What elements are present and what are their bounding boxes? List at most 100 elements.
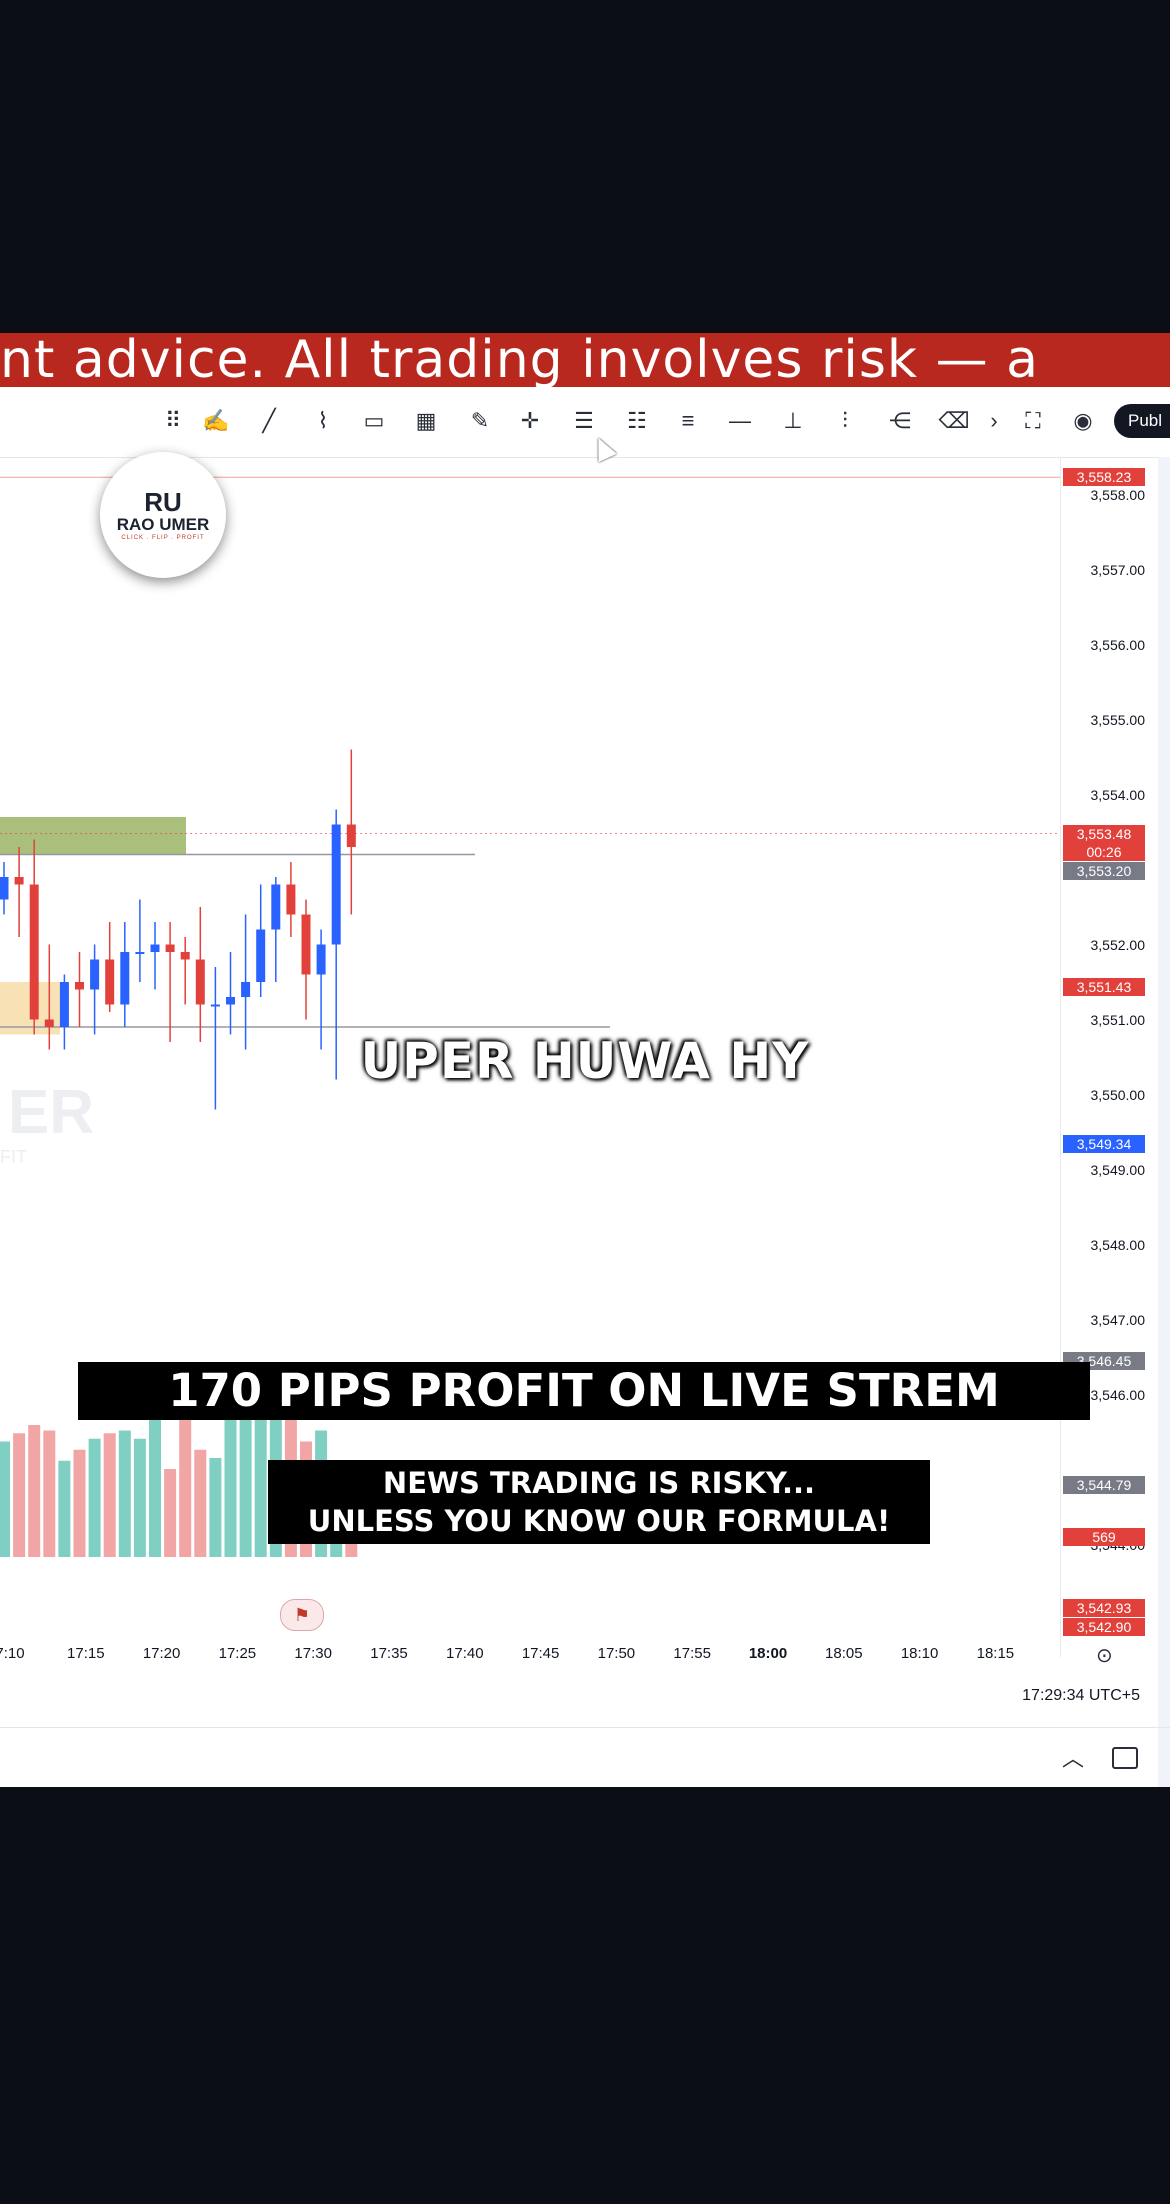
banner-text: nt advice. All trading involves risk — a: [0, 333, 1039, 387]
camera-icon[interactable]: ◉: [1065, 403, 1101, 439]
fullscreen-icon[interactable]: ⛶: [1015, 403, 1051, 439]
caption-sub: NEWS TRADING IS RISKY... UNLESS YOU KNOW…: [268, 1460, 930, 1544]
pattern-icon[interactable]: ⋲: [882, 403, 918, 439]
candle-body: [150, 944, 160, 952]
caption-middle: UPER HUWA HY: [360, 1032, 810, 1090]
time-label: 17:45: [521, 1645, 560, 1662]
rectangle-icon[interactable]: ▭: [356, 403, 392, 439]
time-label: 17:40: [446, 1645, 484, 1662]
price-label: 3,555.00: [1090, 711, 1146, 728]
price-badge: 3,544.79: [1063, 1476, 1145, 1495]
path-icon[interactable]: ⌇: [305, 403, 341, 439]
fib-extension-icon[interactable]: ☷: [619, 403, 655, 439]
candle-body: [195, 959, 205, 1005]
price-label: 3,548.00: [1090, 1236, 1146, 1253]
volume-bar: [103, 1433, 116, 1557]
time-label: 17:35: [370, 1645, 408, 1662]
volume-bar: [194, 1449, 207, 1557]
volume-bar: [0, 1441, 10, 1557]
grid-icon[interactable]: ▦: [408, 403, 444, 439]
crosshair-icon[interactable]: ✛: [512, 403, 548, 439]
price-badge: 3,549.34: [1063, 1135, 1145, 1153]
price-label: 3,547.00: [1090, 1311, 1146, 1328]
price-badge: 3,553.48: [1063, 824, 1145, 843]
candle-body: [271, 884, 281, 930]
volume-bar: [149, 1419, 161, 1557]
maximize-icon[interactable]: [1112, 1747, 1138, 1769]
time-label: 18:10: [900, 1645, 939, 1662]
brush-icon[interactable]: ✍: [198, 403, 234, 439]
candle-body: [301, 914, 311, 975]
horizontal-ray-icon[interactable]: —: [722, 403, 758, 439]
green-zone: [0, 817, 186, 855]
chevron-up-icon[interactable]: ︿: [1062, 1741, 1084, 1773]
price-label: 3,558.00: [1090, 486, 1146, 503]
caption-main: 170 PIPS PROFIT ON LIVE STREM TODAY: [78, 1362, 1090, 1475]
footer-divider: [0, 1727, 1170, 1728]
caption-sub-line2: UNLESS YOU KNOW OUR FORMULA!: [307, 1504, 891, 1538]
horizontal-lines-icon[interactable]: ≡: [670, 403, 706, 439]
grip-icon[interactable]: ⠿: [155, 403, 191, 439]
time-label: 17:50: [597, 1645, 636, 1662]
volume-bar: [28, 1425, 41, 1557]
trend-line-icon[interactable]: ╱: [251, 403, 287, 439]
time-label: 17:15: [67, 1645, 105, 1662]
fib-tool-icon[interactable]: ☰: [566, 403, 602, 439]
candle-body: [241, 982, 251, 997]
candle-body: [346, 824, 356, 847]
candle-body: [14, 877, 24, 885]
volume-bar: [13, 1433, 26, 1557]
volume-bar: [254, 1416, 267, 1557]
risk-disclaimer-banner: nt advice. All trading involves risk — a: [0, 333, 1170, 387]
candle-body: [44, 1019, 54, 1027]
price-badge: 3,542.90: [1063, 1618, 1145, 1636]
candle-body: [135, 952, 145, 954]
pen-icon[interactable]: ✎: [462, 403, 498, 439]
price-badge: 00:26: [1063, 843, 1145, 862]
right-scrollbar[interactable]: [1158, 457, 1170, 1787]
volume-bar: [88, 1438, 101, 1557]
channel-logo: RU RAO UMER CLICK . FLIP . PROFIT: [100, 452, 226, 578]
logo-tagline: CLICK . FLIP . PROFIT: [121, 535, 205, 541]
candle-body: [286, 884, 296, 915]
volume-bar: [133, 1438, 146, 1557]
price-label: 3,546.00: [1090, 1386, 1146, 1403]
news-flag-icon[interactable]: ⚑: [280, 1599, 324, 1631]
candle-body: [331, 824, 341, 945]
price-label: 3,551.00: [1090, 1011, 1146, 1028]
watermark-small: FIT: [0, 1147, 27, 1167]
volume-bar: [164, 1469, 177, 1557]
measure-icon[interactable]: ⊥: [775, 403, 811, 439]
price-badge: 569: [1063, 1528, 1145, 1546]
candle-body: [226, 997, 235, 1005]
candle-body: [59, 982, 69, 1027]
price-label: 3,552.00: [1090, 936, 1146, 953]
time-label: 7:10: [0, 1645, 25, 1662]
publish-button[interactable]: Publ: [1114, 404, 1170, 438]
eraser-icon[interactable]: ⌫: [936, 403, 972, 439]
volume-bar: [118, 1430, 131, 1557]
price-label: 3,554.00: [1090, 786, 1146, 803]
chevron-right-icon[interactable]: ›: [976, 403, 1012, 439]
clock: 17:29:34 UTC+5: [1022, 1687, 1140, 1704]
candle-body: [316, 944, 326, 975]
volume-bar: [209, 1458, 222, 1557]
volume-bar: [43, 1430, 56, 1557]
candle-body: [90, 959, 100, 990]
reset-scale-icon[interactable]: ⊙: [1096, 1643, 1113, 1668]
volume-bar: [58, 1460, 71, 1557]
candle-body: [0, 877, 9, 900]
time-label: 17:55: [673, 1645, 711, 1662]
candle-body: [75, 982, 84, 990]
candle-body: [29, 884, 39, 1020]
forecast-icon[interactable]: ⫶: [827, 403, 863, 439]
candle-body: [180, 952, 190, 960]
candle-body: [256, 929, 266, 982]
price-badge: 3,553.20: [1063, 862, 1145, 880]
price-label: 3,549.00: [1090, 1161, 1146, 1178]
logo-mark: RU: [144, 487, 182, 517]
candle-body: [165, 944, 175, 952]
price-badge: 3,558.23: [1063, 468, 1145, 487]
time-label: 18:05: [825, 1645, 863, 1662]
logo-name: RAO UMER: [116, 515, 210, 534]
